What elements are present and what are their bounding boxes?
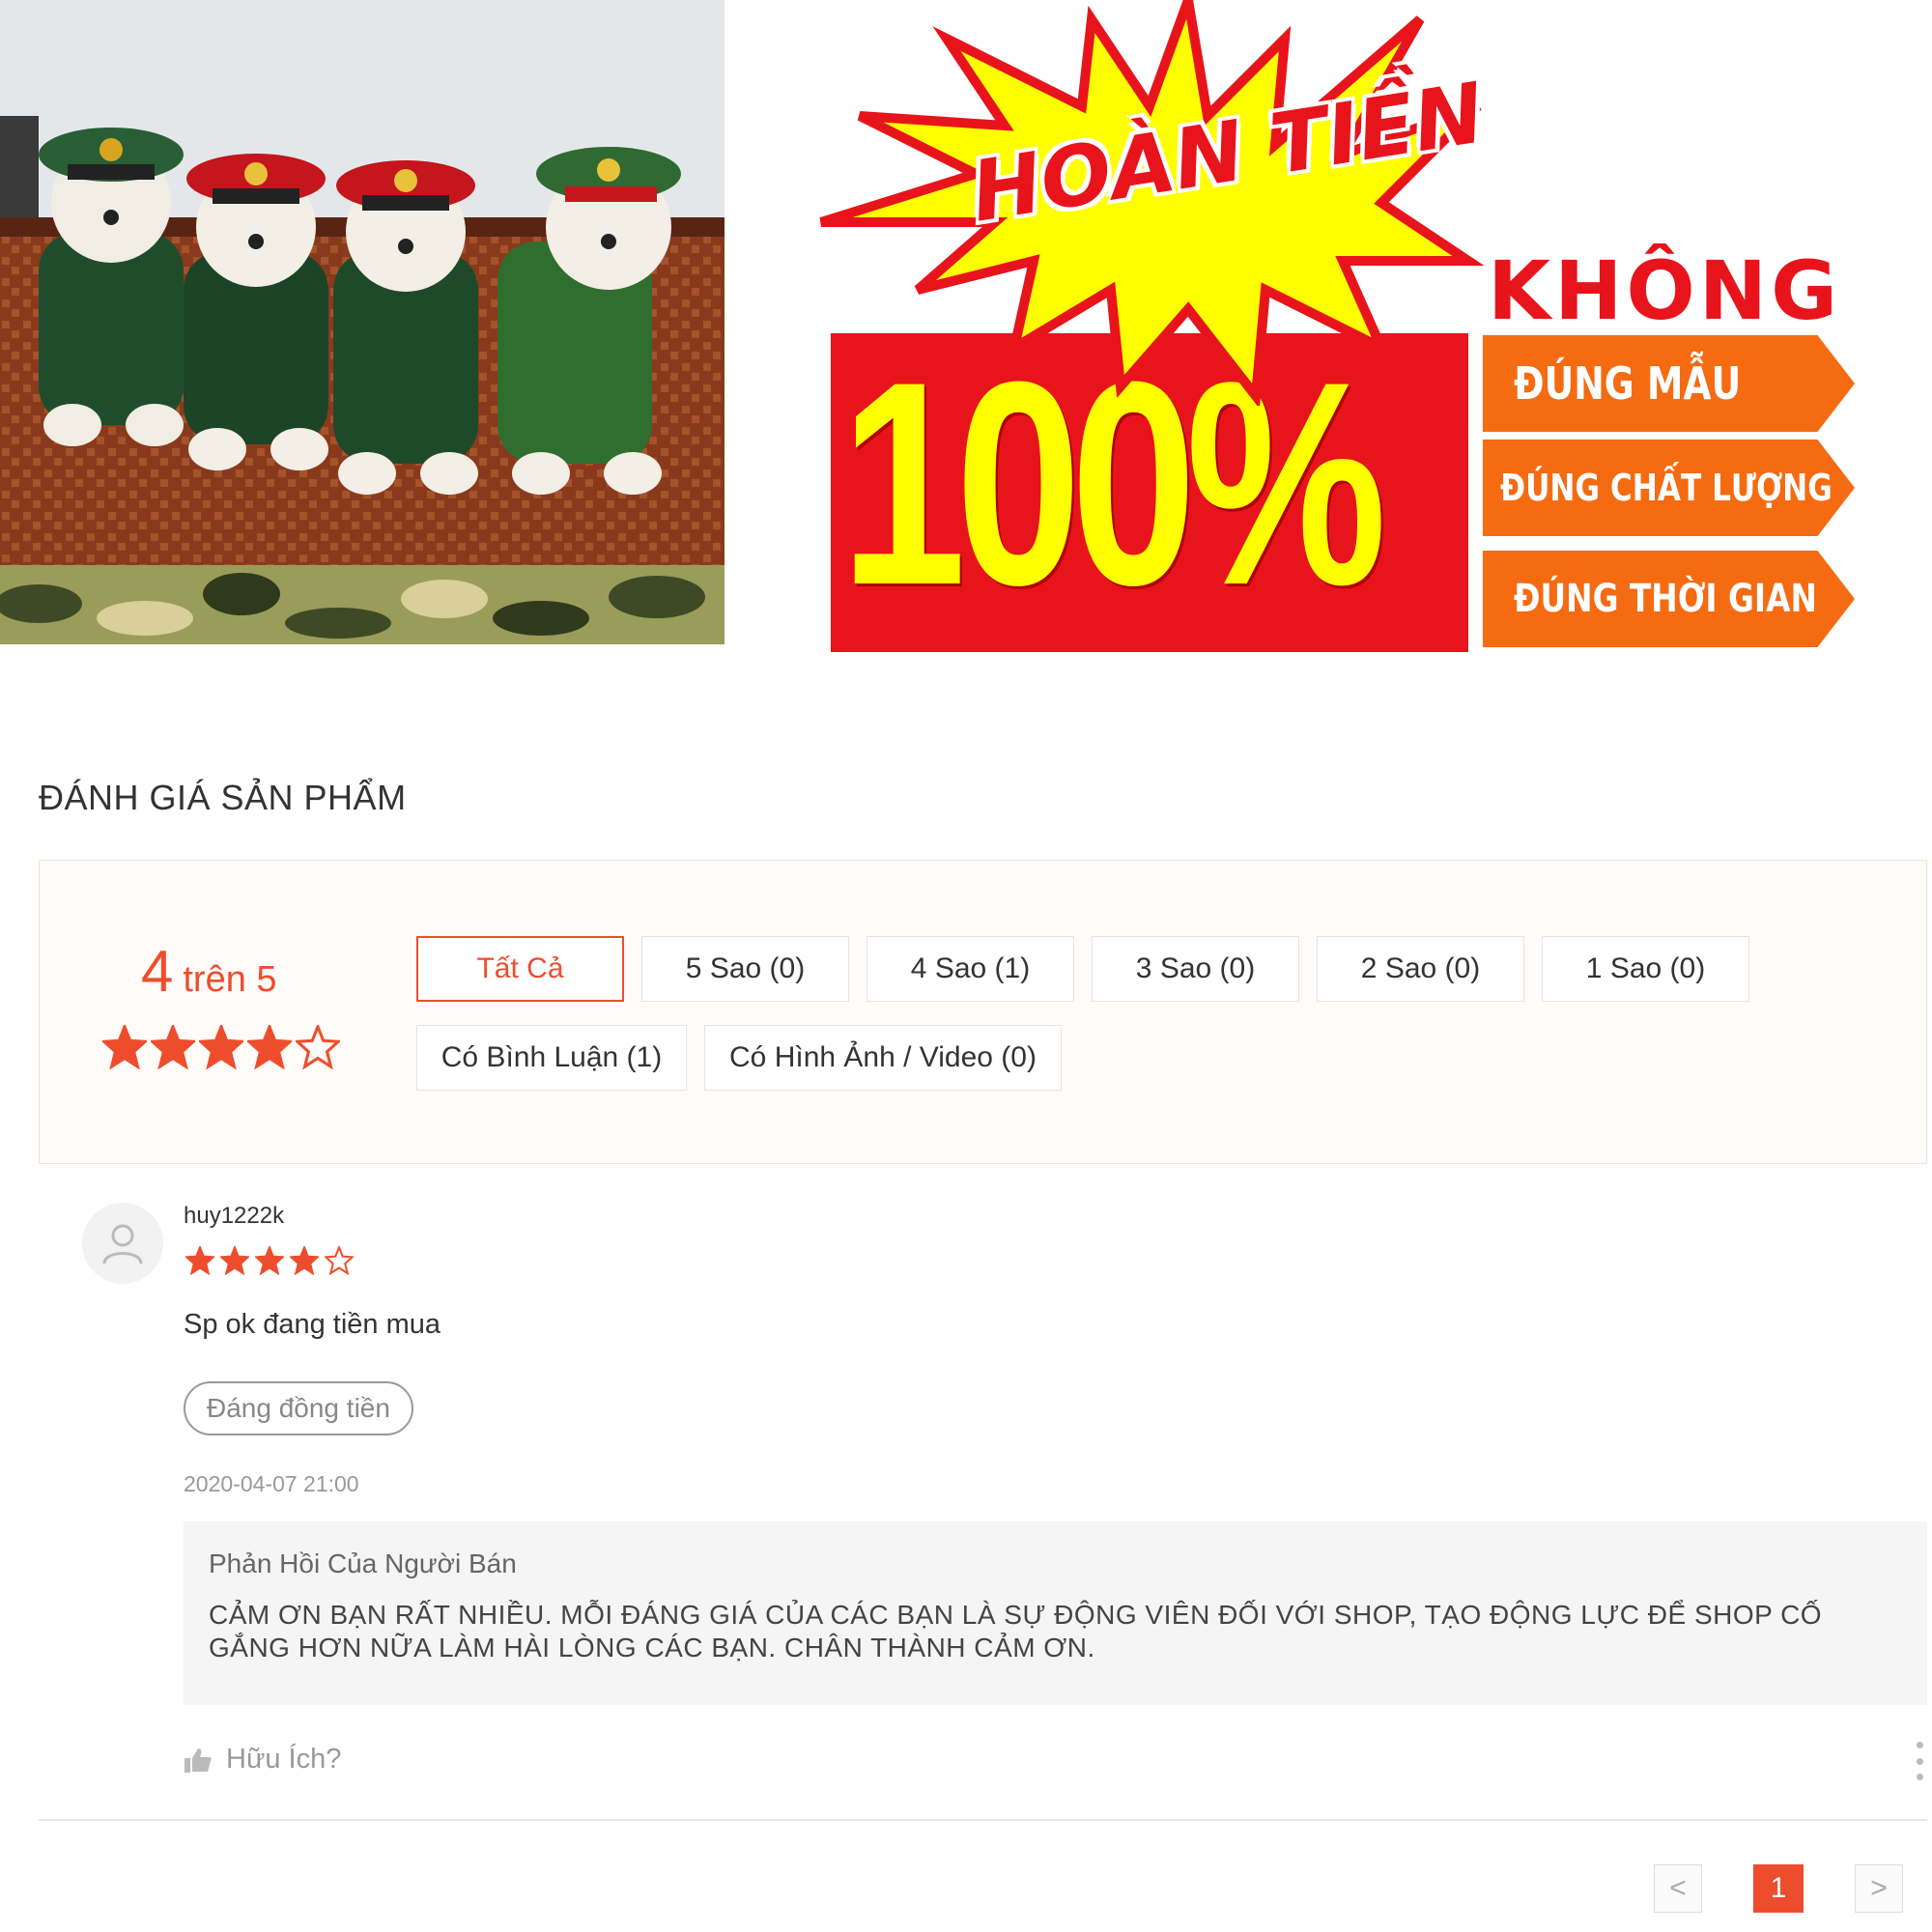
divider <box>39 1819 1927 1821</box>
seller-reply: Phản Hồi Của Người Bán CẢM ƠN BẠN RẤT NH… <box>184 1521 1927 1705</box>
review-username[interactable]: huy1222k <box>184 1203 284 1230</box>
review-tag: Đáng đồng tiền <box>184 1381 413 1435</box>
rating-overview: 4 trên 5 Tất Cả 5 Sao (0) 4 Sao (1) 3 Sao… <box>39 860 1927 1164</box>
rating-score: 4 trên 5 <box>141 938 277 1005</box>
star-empty-icon <box>296 1025 340 1069</box>
star-empty-icon <box>325 1246 354 1275</box>
promo-tag-dung-thoi-gian: ĐÚNG THỜI GIAN <box>1483 551 1855 647</box>
star-filled-icon <box>151 1025 195 1069</box>
promo-tag-label: ĐÚNG MẪU <box>1514 357 1742 410</box>
product-photo <box>0 0 724 644</box>
filter-5-star-button[interactable]: 5 Sao (0) <box>641 936 849 1002</box>
filter-4-star-button[interactable]: 4 Sao (1) <box>867 936 1074 1002</box>
promo-khong: KHÔNG <box>1488 243 1842 338</box>
more-options-icon[interactable] <box>1912 1742 1927 1780</box>
review-item: huy1222k Sp ok đang tiền mua Đáng đồng t… <box>39 1164 1927 1821</box>
star-filled-icon <box>185 1246 214 1275</box>
promo-tag-dung-chat-luong: ĐÚNG CHẤT LƯỢNG <box>1483 440 1855 536</box>
promo-tag-label: ĐÚNG THỜI GIAN <box>1514 577 1817 621</box>
review-stars <box>185 1246 354 1275</box>
review-comment: Sp ok đang tiền mua <box>184 1309 441 1340</box>
promo-tag-dung-mau: ĐÚNG MẪU <box>1483 335 1855 432</box>
rating-suffix: trên 5 <box>183 959 277 1000</box>
refund-promo-banner: 100% HOÀN TIỀN KHÔNG ĐÚNG MẪU ĐÚNG CHẤT … <box>802 0 1932 667</box>
promo-tag-label: ĐÚNG CHẤT LƯỢNG <box>1500 467 1833 509</box>
star-filled-icon <box>199 1025 243 1069</box>
star-filled-icon <box>247 1025 292 1069</box>
rating-stars <box>102 1025 340 1069</box>
helpful-label: Hữu Ích? <box>226 1744 342 1775</box>
helpful-button[interactable]: Hữu Ích? <box>184 1744 341 1776</box>
star-filled-icon <box>255 1246 284 1275</box>
filter-all-button[interactable]: Tất Cả <box>416 936 624 1002</box>
prev-page-button[interactable]: < <box>1654 1864 1702 1913</box>
user-icon <box>102 1224 143 1264</box>
page-1-button[interactable]: 1 <box>1753 1864 1804 1913</box>
teddy-bears-image <box>0 0 724 644</box>
star-filled-icon <box>290 1246 319 1275</box>
next-page-button[interactable]: > <box>1855 1864 1903 1913</box>
filter-with-comment-button[interactable]: Có Bình Luận (1) <box>416 1025 687 1091</box>
filter-3-star-button[interactable]: 3 Sao (0) <box>1092 936 1299 1002</box>
filter-with-media-button[interactable]: Có Hình Ảnh / Video (0) <box>704 1025 1062 1091</box>
thumbs-up-icon <box>185 1747 212 1773</box>
seller-reply-title: Phản Hồi Của Người Bán <box>209 1548 517 1578</box>
filter-1-star-button[interactable]: 1 Sao (0) <box>1542 936 1749 1002</box>
filter-2-star-button[interactable]: 2 Sao (0) <box>1317 936 1524 1002</box>
star-filled-icon <box>220 1246 249 1275</box>
star-filled-icon <box>102 1025 147 1069</box>
avatar[interactable] <box>82 1203 163 1284</box>
review-timestamp: 2020-04-07 21:00 <box>184 1471 359 1496</box>
seller-reply-body: CẢM ƠN BẠN RẤT NHIỀU. MỖI ĐÁNG GIÁ CỦA C… <box>209 1600 1823 1662</box>
rating-value: 4 <box>141 939 174 1004</box>
reviews-title: ĐÁNH GIÁ SẢN PHẨM <box>39 778 407 817</box>
